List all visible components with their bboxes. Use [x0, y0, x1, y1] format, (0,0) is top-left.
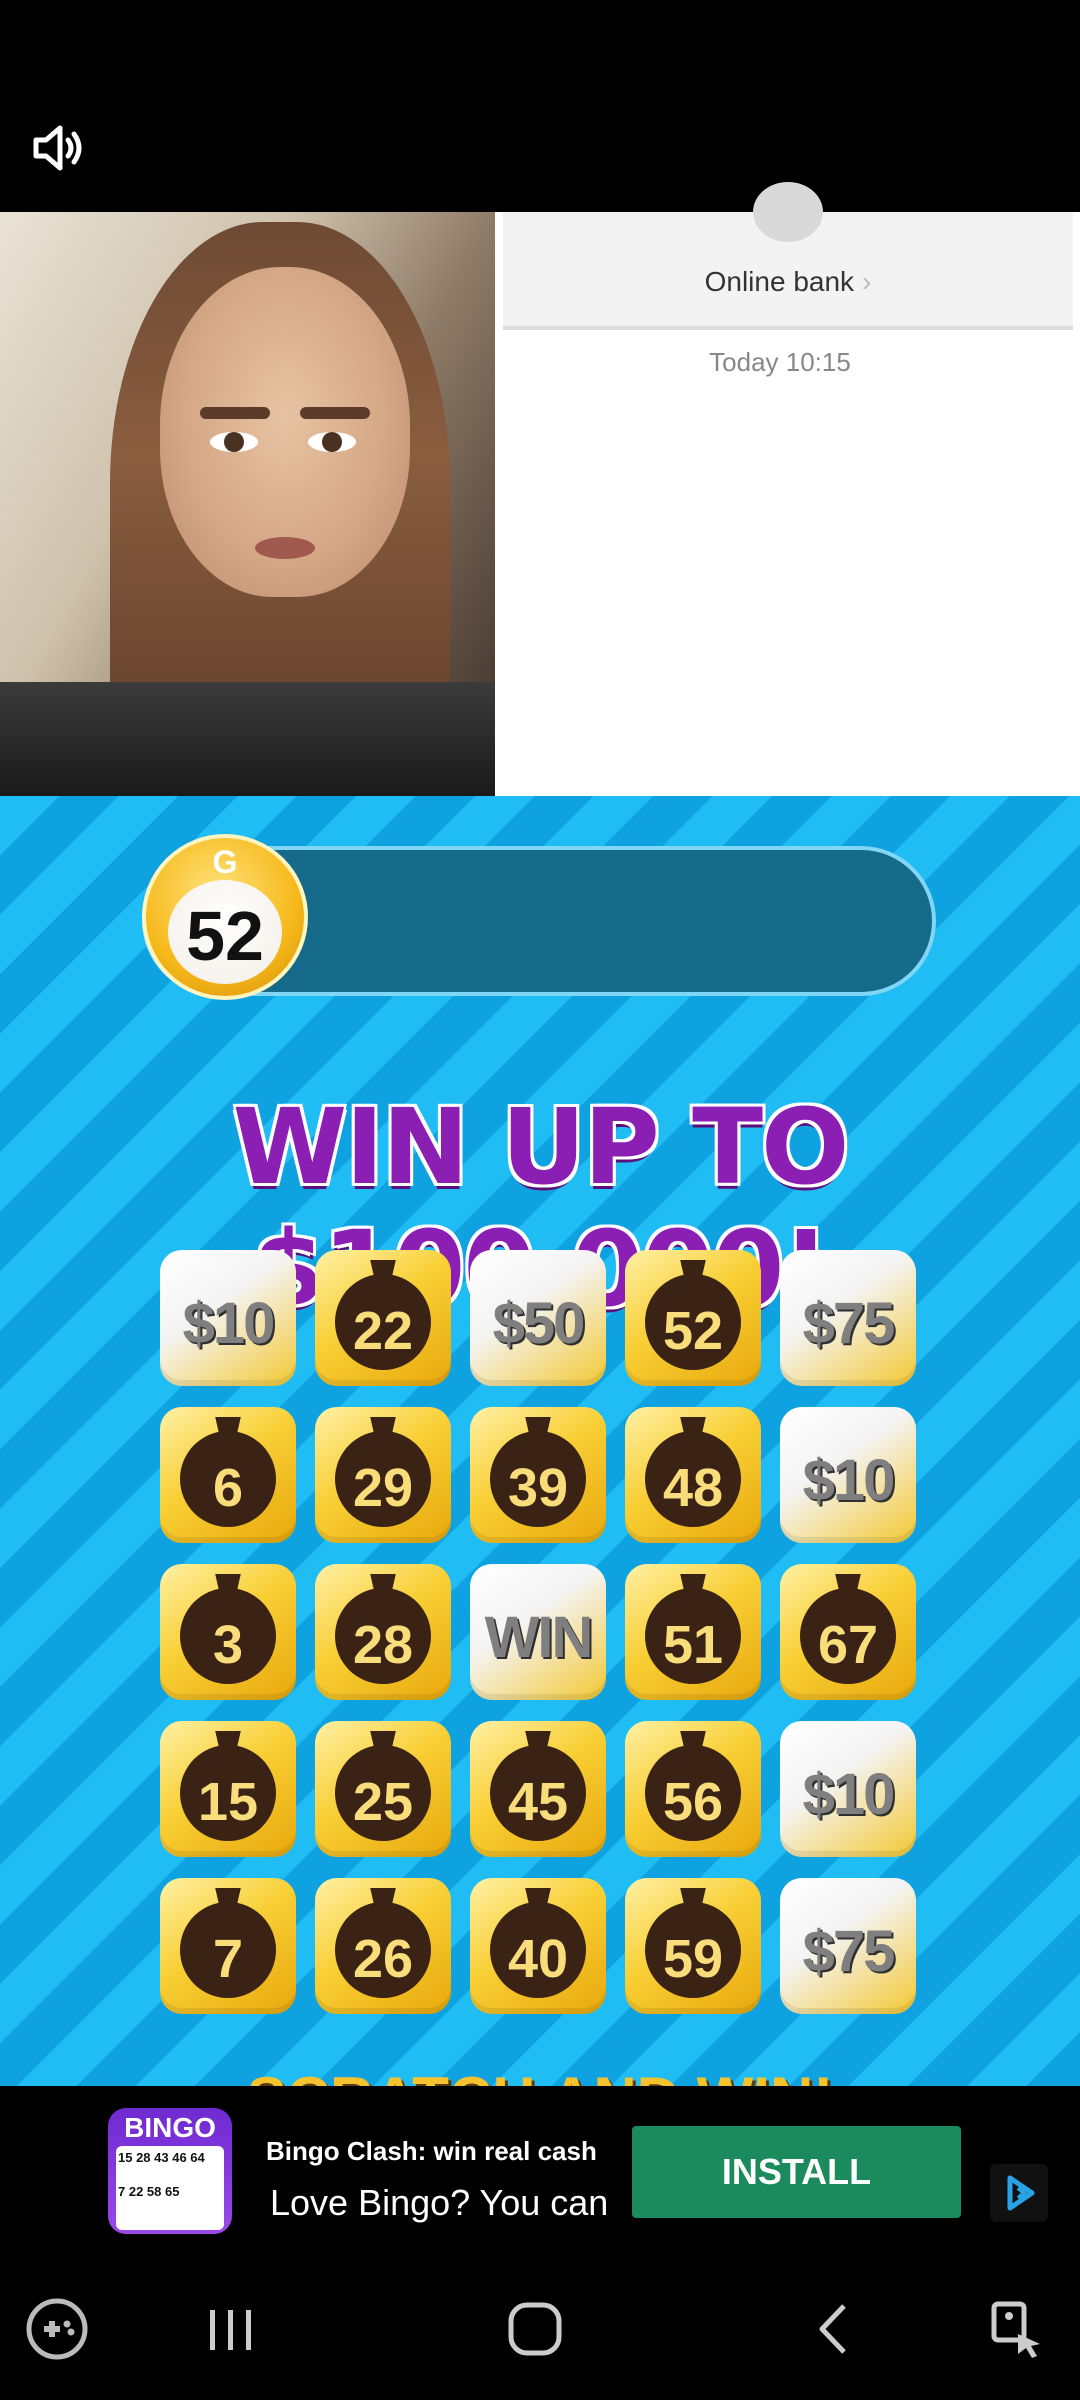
eye: [210, 432, 258, 452]
scratch-tile[interactable]: 39: [470, 1407, 606, 1543]
scratch-tile-label: 45: [507, 1772, 569, 1832]
scratch-tile-label: $75: [802, 1291, 896, 1356]
app-icon-numbers: 15 28 43 46 64 7 22 58 65: [118, 2148, 222, 2202]
game-controller-icon[interactable]: [22, 2294, 102, 2364]
scratch-tile[interactable]: $10: [780, 1721, 916, 1857]
video-ad[interactable]: Online bank › Today 10:15: [0, 182, 1080, 796]
scratch-tile[interactable]: 6: [160, 1407, 296, 1543]
scratch-tile-label: 28: [352, 1615, 414, 1675]
system-nav-bar: [0, 2254, 1080, 2400]
ad-title[interactable]: Bingo Clash: win real cash: [266, 2136, 597, 2167]
volume-icon[interactable]: [30, 122, 90, 174]
bingo-ball-face: 52: [168, 880, 282, 984]
chat-header: Online bank ›: [503, 182, 1073, 330]
scratch-tile[interactable]: 67: [780, 1564, 916, 1700]
chevron-right-icon: ›: [862, 266, 872, 297]
install-button[interactable]: INSTALL: [632, 2126, 961, 2218]
contact-name: Online bank ›: [503, 266, 1073, 298]
scratch-tile-label: $10: [182, 1291, 276, 1356]
scratch-game[interactable]: G 52 WIN UP TO $100,000! $1022$5052$7562…: [0, 796, 1080, 2086]
app-icon-row: 15 28 43 46 64: [118, 2150, 205, 2165]
bingo-app-icon[interactable]: BINGO 15 28 43 46 64 7 22 58 65: [108, 2108, 232, 2234]
video-person-frame: [0, 212, 495, 796]
video-person-face: [160, 267, 410, 597]
chat-timestamp: Today 10:15: [709, 347, 851, 377]
scratch-tile[interactable]: 48: [625, 1407, 761, 1543]
back-icon[interactable]: [800, 2294, 880, 2364]
scratch-tile-label: 51: [662, 1615, 724, 1675]
bingo-ball-letter: G: [212, 844, 238, 880]
scratch-tile[interactable]: 56: [625, 1721, 761, 1857]
bingo-ball-number: 52: [186, 897, 264, 975]
scratch-tile-label: 40: [507, 1929, 569, 1989]
home-icon[interactable]: [500, 2294, 580, 2364]
recents-icon[interactable]: [196, 2294, 276, 2364]
scratch-tile[interactable]: 15: [160, 1721, 296, 1857]
mouth: [255, 537, 315, 559]
scratch-tile-label: 39: [507, 1458, 569, 1518]
scratch-tile[interactable]: 40: [470, 1878, 606, 2014]
scratch-tile[interactable]: 22: [315, 1250, 451, 1386]
contact-avatar: [753, 182, 823, 242]
scratch-tile-label: 6: [212, 1458, 244, 1518]
scratch-and-win-label: SCRATCH AND WIN!: [0, 2064, 1080, 2086]
scratch-tile[interactable]: $10: [160, 1250, 296, 1386]
scratch-tile-label: 29: [352, 1458, 414, 1518]
scratch-tile[interactable]: $75: [780, 1878, 916, 2014]
eyebrow: [300, 407, 370, 419]
scratch-tile[interactable]: 25: [315, 1721, 451, 1857]
contact-name-text: Online bank: [704, 266, 855, 297]
scratch-tile[interactable]: 29: [315, 1407, 451, 1543]
scratch-tile[interactable]: $75: [780, 1250, 916, 1386]
scratch-tile-label: $10: [802, 1762, 896, 1827]
ad-choices-icon[interactable]: [990, 2164, 1048, 2222]
scratch-tile[interactable]: WIN: [470, 1564, 606, 1700]
app-icon-row: 7 22 58 65: [118, 2184, 180, 2199]
ad-body[interactable]: Love Bingo? You can: [270, 2182, 625, 2224]
scratch-tile-label: 3: [212, 1615, 244, 1675]
scratch-tile[interactable]: 3: [160, 1564, 296, 1700]
scratch-tile-label: $50: [492, 1291, 586, 1356]
ad-banner[interactable]: BINGO 15 28 43 46 64 7 22 58 65 Bingo Cl…: [0, 2086, 1080, 2254]
video-phone-screen: Online bank › Today 10:15: [495, 182, 1080, 796]
screen: Online bank › Today 10:15 G 52 WIN UP TO …: [0, 0, 1080, 2400]
scratch-tile-label: 15: [197, 1772, 259, 1832]
scratch-grid: $10 22 $50 52 $75 6 29 39 48 $10 3 28 WIN 51 67 15 25 45 5…: [160, 1250, 920, 2020]
scratch-tile[interactable]: 45: [470, 1721, 606, 1857]
scratch-tile-label: 48: [662, 1458, 724, 1518]
scratch-tile[interactable]: $50: [470, 1250, 606, 1386]
scratch-tile[interactable]: 59: [625, 1878, 761, 2014]
bingo-ball: G 52: [142, 834, 308, 1000]
scratch-tile[interactable]: $10: [780, 1407, 916, 1543]
scratch-tile-label: 56: [662, 1772, 724, 1832]
scratch-tile-label: 26: [352, 1929, 414, 1989]
scratch-tile[interactable]: 28: [315, 1564, 451, 1700]
eye: [308, 432, 356, 452]
scratch-tile[interactable]: 52: [625, 1250, 761, 1386]
video-person-shirt: [0, 682, 495, 796]
scratch-tile-label: $10: [802, 1448, 896, 1513]
scratch-tile[interactable]: 51: [625, 1564, 761, 1700]
scratch-tile[interactable]: 7: [160, 1878, 296, 2014]
scratch-tile-label: 59: [662, 1929, 724, 1989]
eyebrow: [200, 407, 270, 419]
scratch-tile-label: WIN: [484, 1605, 594, 1670]
app-icon-title: BINGO: [124, 2112, 216, 2143]
scratch-tile-label: $75: [802, 1919, 896, 1984]
scratch-tile-label: 7: [212, 1929, 244, 1989]
accessibility-icon[interactable]: [982, 2294, 1062, 2364]
scratch-tile-label: 25: [352, 1772, 414, 1832]
scratch-tile-label: 52: [662, 1301, 724, 1361]
scratch-tile[interactable]: 26: [315, 1878, 451, 2014]
scratch-tile-label: 67: [817, 1615, 879, 1675]
scratch-tile-label: 22: [352, 1301, 414, 1361]
